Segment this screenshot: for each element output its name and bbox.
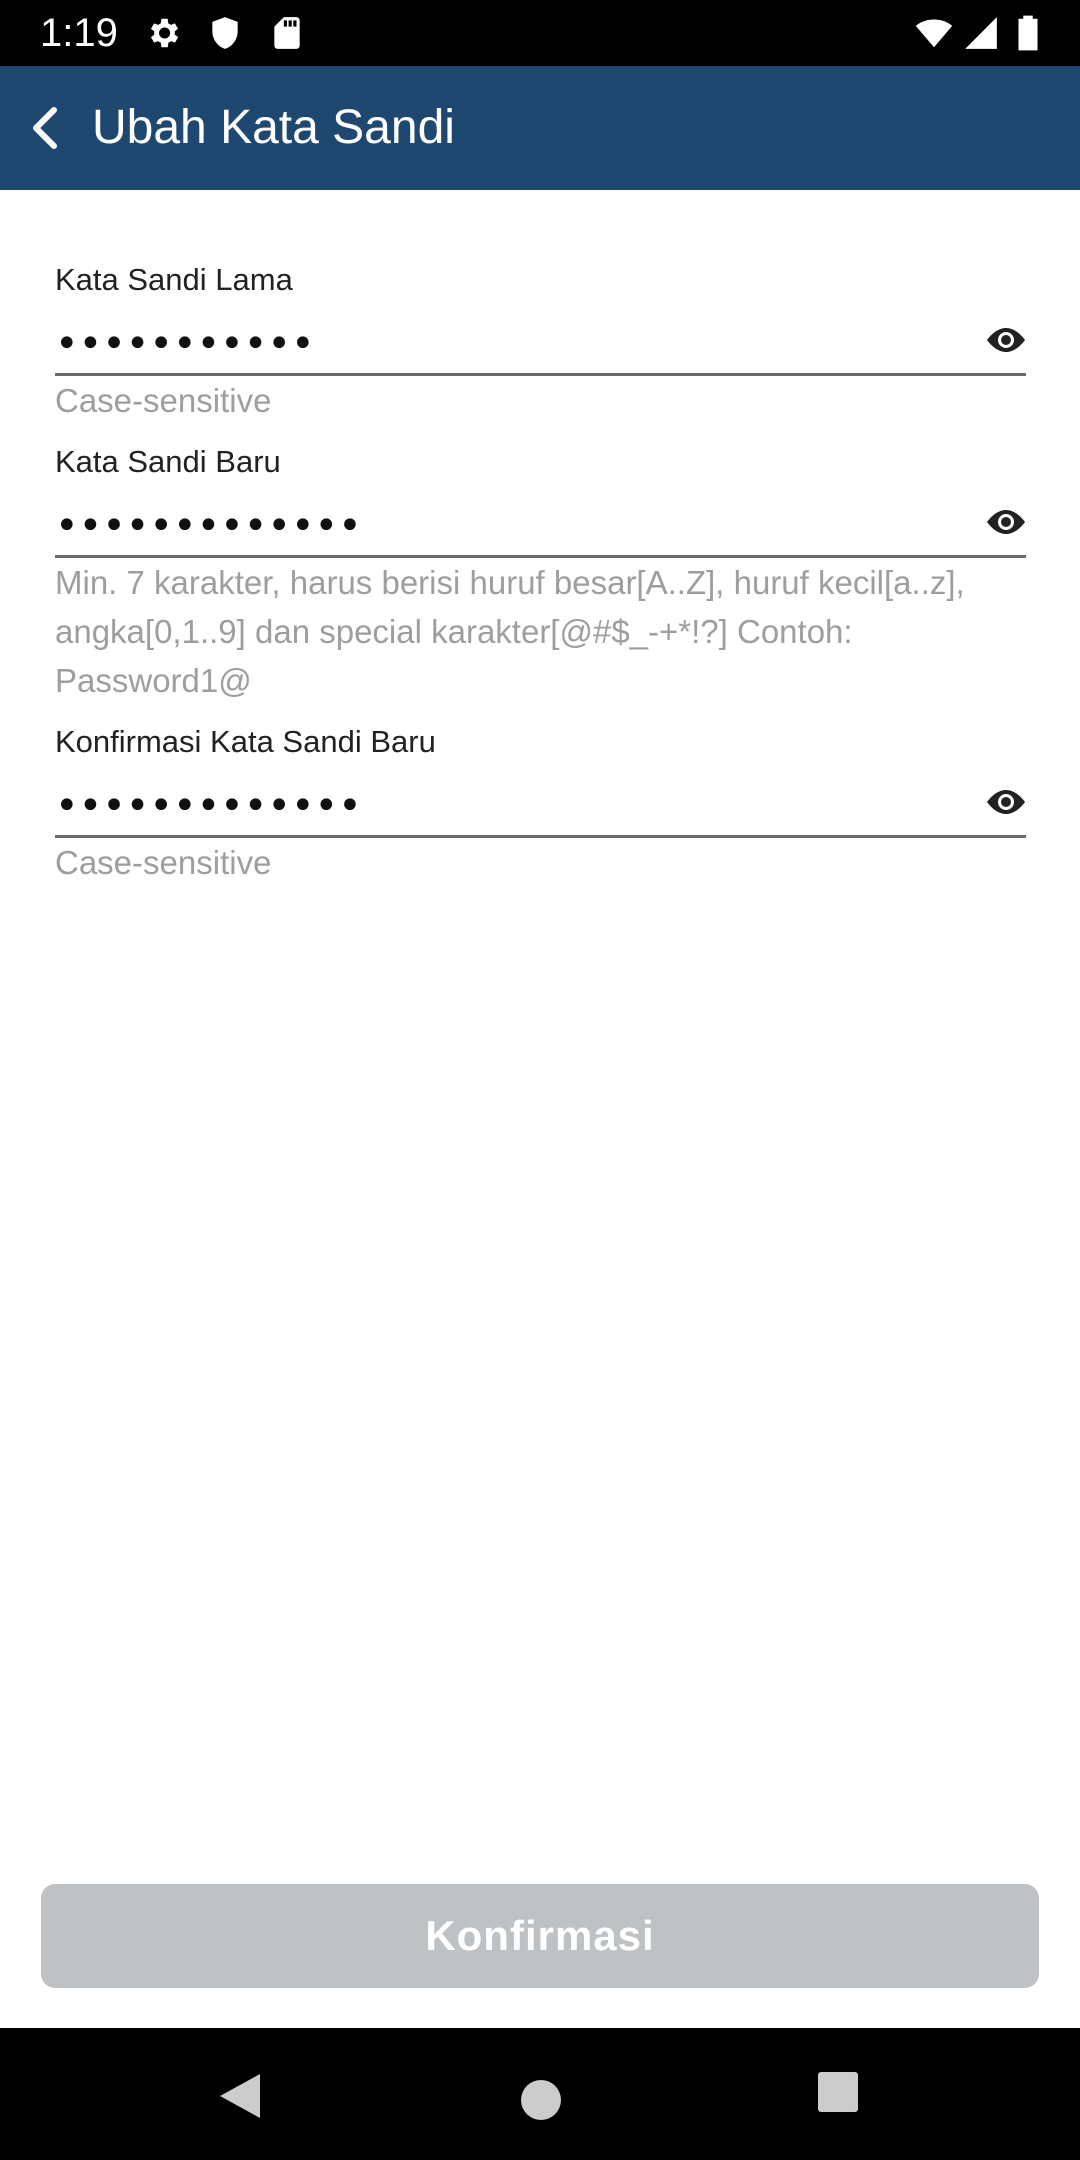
nav-home-icon[interactable] <box>521 2080 561 2120</box>
new-password-value: ••••••••••••• <box>55 503 362 549</box>
battery-icon <box>1018 15 1038 51</box>
new-password-field: Kata Sandi Baru ••••••••••••• Min. 7 kar… <box>55 440 1026 710</box>
status-bar: 1:19 <box>0 0 1080 66</box>
new-password-label: Kata Sandi Baru <box>55 444 281 479</box>
old-password-label: Kata Sandi Lama <box>55 262 293 297</box>
navigation-bar <box>0 2028 1080 2160</box>
status-time: 1:19 <box>40 11 118 55</box>
chevron-left-icon[interactable] <box>14 96 78 160</box>
old-password-input[interactable]: ••••••••••• <box>55 310 1026 376</box>
sd-card-icon <box>274 17 300 49</box>
shield-icon <box>212 17 238 49</box>
confirm-password-input[interactable]: ••••••••••••• <box>55 772 1026 838</box>
old-password-value: ••••••••••• <box>55 321 315 367</box>
eye-icon[interactable] <box>982 320 1030 360</box>
eye-icon[interactable] <box>982 782 1030 822</box>
nav-back-icon[interactable] <box>218 2072 262 2120</box>
old-password-field: Kata Sandi Lama ••••••••••• Case-sensiti… <box>55 258 1026 428</box>
new-password-input[interactable]: ••••••••••••• <box>55 492 1026 558</box>
nav-recents-icon[interactable] <box>818 2072 858 2112</box>
wifi-icon <box>915 19 953 48</box>
app-bar: Ubah Kata Sandi <box>0 66 1080 190</box>
confirm-button[interactable]: Konfirmasi <box>41 1884 1039 1988</box>
new-password-helper: Min. 7 karakter, harus berisi huruf besa… <box>55 564 965 699</box>
gear-icon <box>150 18 179 48</box>
confirm-password-field: Konfirmasi Kata Sandi Baru •••••••••••••… <box>55 720 1026 890</box>
eye-icon[interactable] <box>982 502 1030 542</box>
page-title: Ubah Kata Sandi <box>92 101 455 154</box>
confirm-password-helper: Case-sensitive <box>55 844 272 881</box>
old-password-helper: Case-sensitive <box>55 382 272 419</box>
confirm-password-label: Konfirmasi Kata Sandi Baru <box>55 724 436 759</box>
signal-icon <box>965 17 997 49</box>
confirm-password-value: ••••••••••••• <box>55 783 362 829</box>
